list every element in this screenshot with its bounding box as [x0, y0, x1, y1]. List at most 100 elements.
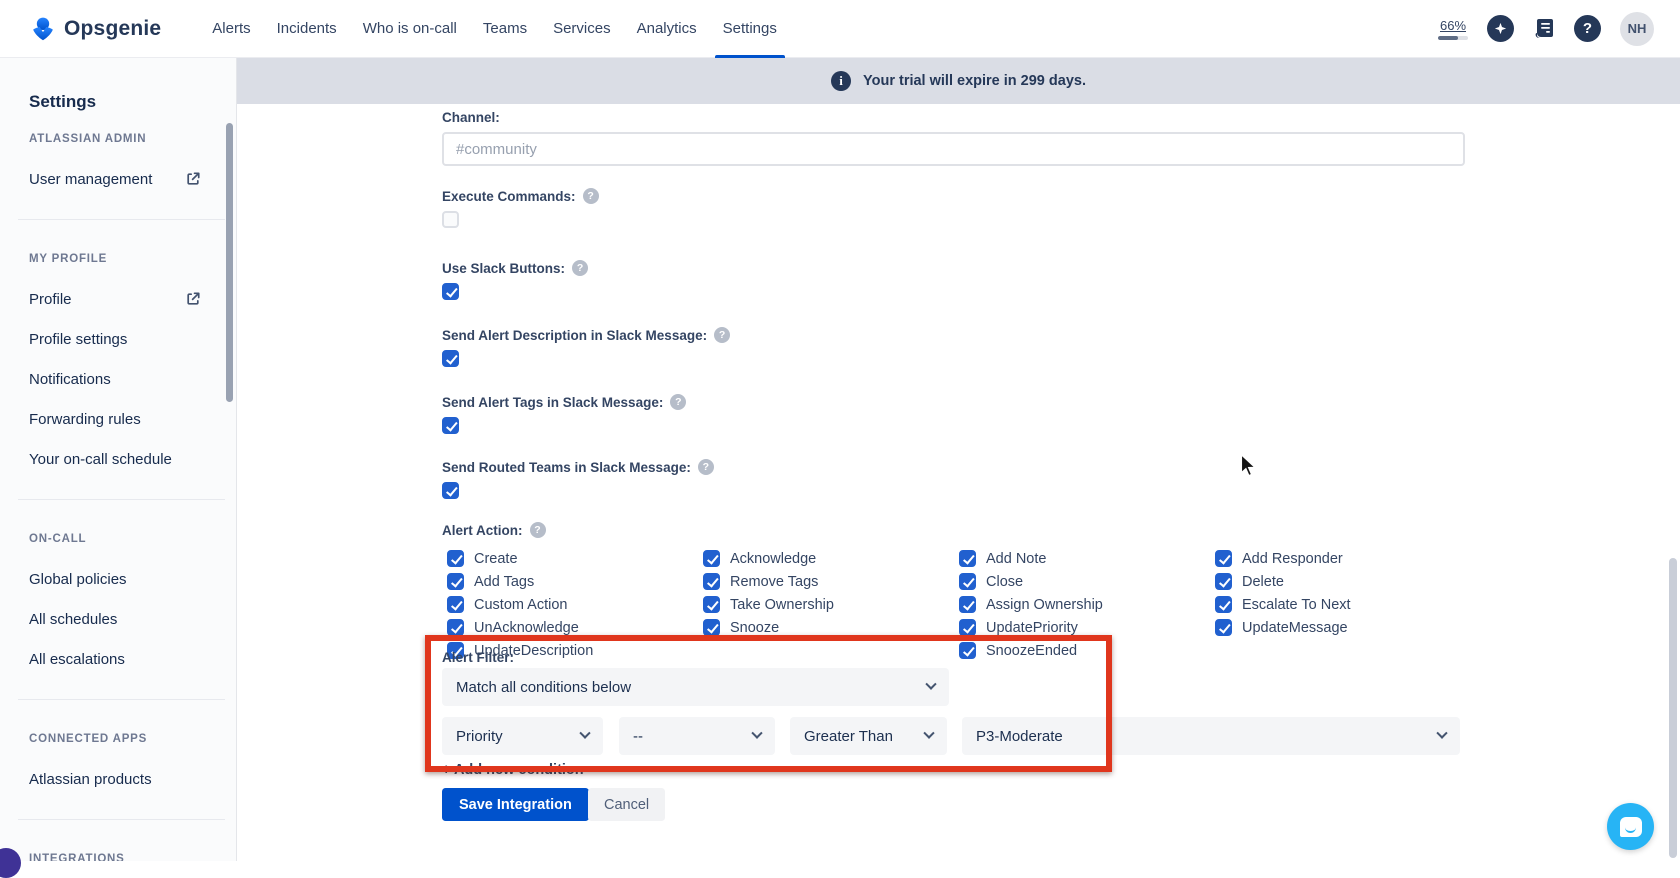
alert-action-escalate-to-next: Escalate To Next: [1210, 593, 1465, 616]
chevron-down-icon: [923, 727, 935, 739]
checkbox[interactable]: [703, 619, 720, 636]
alert-action-unacknowledge: UnAcknowledge: [442, 616, 698, 639]
cancel-button[interactable]: Cancel: [588, 788, 666, 821]
sidebar-divider: [18, 479, 236, 519]
nav-item-teams[interactable]: Teams: [470, 0, 540, 58]
checkbox[interactable]: [959, 596, 976, 613]
send-alert-tags-label: Send Alert Tags in Slack Message:: [442, 394, 1465, 410]
checkbox[interactable]: [1215, 619, 1232, 636]
use-slack-buttons-checkbox[interactable]: [442, 283, 459, 300]
checkbox[interactable]: [703, 550, 720, 567]
add-new-condition-link[interactable]: + Add new condition: [442, 762, 584, 778]
compass-icon[interactable]: [1487, 15, 1514, 42]
trial-banner: Your trial will expire in 299 days.: [237, 58, 1680, 104]
nav-item-who-is-on-call[interactable]: Who is on-call: [350, 0, 470, 58]
sidebar-section-on-call: ON-CALL: [29, 533, 87, 545]
info-icon: [831, 71, 852, 91]
alert-action-acknowledge: Acknowledge: [698, 547, 954, 570]
checkbox[interactable]: [447, 596, 464, 613]
help-icon[interactable]: [529, 522, 546, 538]
top-navbar: Opsgenie Alerts Incidents Who is on-call…: [0, 0, 1680, 58]
alert-action-snoozeended: SnoozeEnded: [954, 639, 1210, 662]
alert-action-close: Close: [954, 570, 1210, 593]
sidebar-section-atlassian-admin: ATLASSIAN ADMIN: [29, 133, 147, 145]
condition-value-select[interactable]: P3-Moderate: [962, 717, 1460, 755]
external-link-icon: [185, 171, 201, 187]
checkbox[interactable]: [447, 619, 464, 636]
sidebar-item-user-management[interactable]: User management: [29, 171, 201, 188]
chevron-down-icon: [579, 727, 591, 739]
nav-item-settings[interactable]: Settings: [710, 0, 790, 58]
checkbox[interactable]: [447, 550, 464, 567]
sidebar-item-all-schedules[interactable]: All schedules: [29, 611, 201, 628]
help-icon[interactable]: [697, 459, 714, 475]
alert-action-add-note: Add Note: [954, 547, 1210, 570]
checkbox[interactable]: [959, 619, 976, 636]
send-alert-description-label: Send Alert Description in Slack Message:: [442, 327, 1465, 343]
sidebar-item-global-policies[interactable]: Global policies: [29, 571, 201, 588]
alert-action-remove-tags: Remove Tags: [698, 570, 954, 593]
sidebar-section-integrations: INTEGRATIONS: [29, 853, 125, 861]
chevron-down-icon: [1436, 727, 1448, 739]
help-icon[interactable]: [572, 260, 589, 276]
checkbox[interactable]: [959, 642, 976, 659]
opsgenie-logo-icon: [30, 16, 56, 42]
checkbox[interactable]: [447, 573, 464, 590]
navbar-right: 66% NH: [1438, 11, 1654, 46]
help-icon[interactable]: [1574, 15, 1601, 42]
condition-operator-select[interactable]: Greater Than: [790, 717, 947, 755]
channel-label: Channel:: [442, 109, 500, 125]
sidebar-section-connected-apps: CONNECTED APPS: [29, 733, 148, 745]
checkbox[interactable]: [959, 573, 976, 590]
alert-action-updatepriority: UpdatePriority: [954, 616, 1210, 639]
alert-action-grid: Create Acknowledge Add Note Add Responde…: [442, 547, 1465, 662]
brand[interactable]: Opsgenie: [30, 16, 161, 42]
sidebar-divider: [18, 679, 236, 719]
checkbox[interactable]: [703, 596, 720, 613]
settings-sidebar: Settings ATLASSIAN ADMIN User management…: [0, 58, 237, 861]
condition-field-select[interactable]: Priority: [442, 717, 603, 755]
send-alert-description-checkbox[interactable]: [442, 350, 459, 367]
checkbox[interactable]: [1215, 550, 1232, 567]
condition-key-select[interactable]: --: [619, 717, 775, 755]
sidebar-scrollbar[interactable]: [226, 123, 233, 402]
checkbox[interactable]: [1215, 573, 1232, 590]
help-icon[interactable]: [670, 394, 687, 410]
sidebar-item-profile-settings[interactable]: Profile settings: [29, 331, 201, 348]
integration-settings-form: Channel: Execute Commands: Use Slack But…: [442, 104, 1465, 662]
save-integration-button[interactable]: Save Integration: [442, 788, 589, 821]
alert-action-snooze: Snooze: [698, 616, 954, 639]
chat-launcher-button[interactable]: [1607, 803, 1654, 850]
release-notes-icon[interactable]: [1533, 17, 1555, 41]
nav-item-incidents[interactable]: Incidents: [264, 0, 350, 58]
send-routed-teams-checkbox[interactable]: [442, 482, 459, 499]
page-scrollbar[interactable]: [1669, 558, 1677, 858]
sidebar-item-atlassian-products[interactable]: Atlassian products: [29, 771, 201, 788]
sidebar-item-all-escalations[interactable]: All escalations: [29, 651, 201, 668]
sidebar-item-your-on-call-schedule[interactable]: Your on-call schedule: [29, 451, 201, 468]
checkbox[interactable]: [959, 550, 976, 567]
nav-item-alerts[interactable]: Alerts: [199, 0, 263, 58]
execute-commands-checkbox[interactable]: [442, 211, 459, 228]
alert-action-add-responder: Add Responder: [1210, 547, 1465, 570]
match-conditions-select[interactable]: Match all conditions below: [442, 668, 949, 706]
help-icon[interactable]: [714, 327, 731, 343]
sidebar-item-profile[interactable]: Profile: [29, 291, 201, 308]
trial-usage-indicator[interactable]: 66%: [1438, 18, 1468, 40]
send-alert-tags-checkbox[interactable]: [442, 417, 459, 434]
trial-percent: 66%: [1439, 17, 1467, 33]
alert-action-add-tags: Add Tags: [442, 570, 698, 593]
sidebar-title: Settings: [29, 92, 97, 111]
nav-item-analytics[interactable]: Analytics: [624, 0, 710, 58]
checkbox[interactable]: [703, 573, 720, 590]
sidebar-item-forwarding-rules[interactable]: Forwarding rules: [29, 411, 201, 428]
help-icon[interactable]: [582, 188, 599, 204]
checkbox[interactable]: [1215, 596, 1232, 613]
chevron-down-icon: [925, 678, 937, 690]
sidebar-item-notifications[interactable]: Notifications: [29, 371, 201, 388]
avatar[interactable]: NH: [1620, 11, 1654, 46]
alert-action-take-ownership: Take Ownership: [698, 593, 954, 616]
alert-action-create: Create: [442, 547, 698, 570]
channel-input[interactable]: [442, 132, 1465, 166]
nav-item-services[interactable]: Services: [540, 0, 624, 58]
